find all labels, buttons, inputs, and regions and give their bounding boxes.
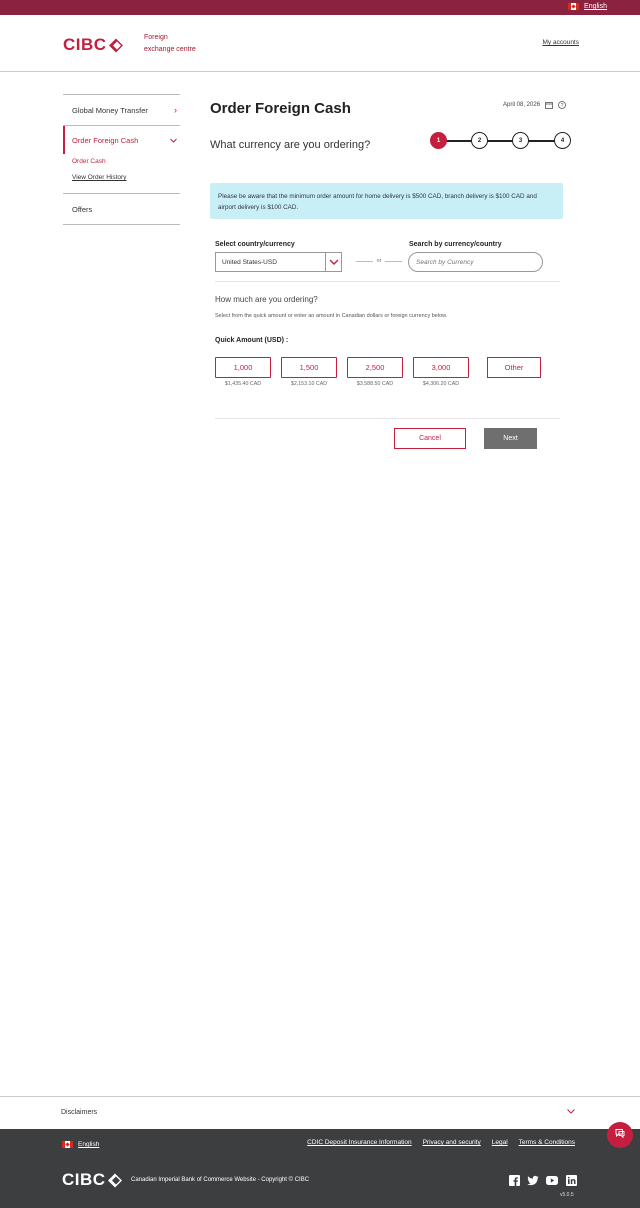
- chat-button[interactable]: [607, 1122, 633, 1148]
- quick-amount-button[interactable]: 1,000: [215, 357, 271, 378]
- help-icon[interactable]: ?: [558, 101, 566, 109]
- next-button[interactable]: Next: [484, 428, 537, 449]
- step-2: 2: [471, 132, 488, 149]
- quick-amount-cad: $3,588.50 CAD: [356, 381, 394, 387]
- quick-amount-option: 2,500 $3,588.50 CAD: [347, 357, 403, 387]
- version-text: v5.0.5: [560, 1192, 574, 1198]
- sidebar-item-label: Offers: [72, 204, 93, 214]
- minimum-order-notice: Please be aware that the minimum order a…: [210, 183, 563, 219]
- sidebar-divider: [63, 224, 180, 225]
- select-value: United States-USD: [222, 258, 277, 266]
- progress-stepper: 1 2 3 4: [430, 132, 571, 149]
- youtube-icon[interactable]: [546, 1174, 558, 1186]
- linkedin-icon[interactable]: [565, 1174, 577, 1186]
- amount-question: How much are you ordering?: [215, 295, 318, 304]
- quick-amount-option: 1,000 $1,435.40 CAD: [215, 357, 271, 387]
- top-bar: English: [0, 0, 640, 15]
- quick-amount-label: Quick Amount (USD) :: [215, 337, 289, 344]
- quick-amount-button[interactable]: 1,500: [281, 357, 337, 378]
- search-currency-label: Search by currency/country: [409, 241, 502, 248]
- canada-flag-icon: [62, 1141, 73, 1148]
- calendar-icon[interactable]: [545, 101, 553, 109]
- footer-link-cdic[interactable]: CDIC Deposit Insurance Information: [307, 1139, 411, 1146]
- step-1: 1: [430, 132, 447, 149]
- country-currency-select[interactable]: United States-USD: [215, 252, 342, 272]
- search-currency-input[interactable]: [408, 252, 543, 272]
- cibc-logo-mark-icon: [107, 1173, 124, 1188]
- quick-amount-button[interactable]: 3,000: [413, 357, 469, 378]
- footer-link-legal[interactable]: Legal: [492, 1139, 508, 1146]
- sidebar-item-label: Order Foreign Cash: [72, 135, 139, 145]
- site-header: CIBC Foreign exchange centre My accounts: [0, 15, 640, 72]
- svg-text:?: ?: [561, 103, 564, 109]
- chevron-right-icon: ›: [174, 105, 177, 115]
- cibc-logo[interactable]: CIBC: [63, 35, 125, 55]
- disclaimers-accordion[interactable]: Disclaimers: [0, 1096, 640, 1129]
- sidebar-sub-links: Order Cash View Order History: [63, 154, 180, 193]
- language-switcher[interactable]: English: [568, 3, 607, 10]
- sidebar-item-offers[interactable]: Offers: [63, 193, 180, 224]
- site-footer: English CDIC Deposit Insurance Informati…: [0, 1129, 640, 1208]
- copyright-text: Canadian Imperial Bank of Commerce Websi…: [131, 1177, 310, 1183]
- sidebar-subitem-view-order-history[interactable]: View Order History: [72, 170, 180, 186]
- page-title: Order Foreign Cash: [210, 100, 351, 117]
- or-text: or: [376, 258, 382, 264]
- quick-amount-option: 3,000 $4,306.20 CAD: [413, 357, 469, 387]
- sidebar-item-global-money-transfer[interactable]: Global Money Transfer ›: [63, 94, 180, 125]
- disclaimers-label: Disclaimers: [61, 1109, 98, 1116]
- footer-language-link[interactable]: English: [78, 1141, 99, 1148]
- footer-language-switcher[interactable]: English: [62, 1141, 99, 1148]
- step-3: 3: [512, 132, 529, 149]
- separator-line: [385, 260, 403, 262]
- chevron-down-icon[interactable]: [325, 253, 341, 271]
- quick-amount-button[interactable]: 2,500: [347, 357, 403, 378]
- app-title: Foreign exchange centre: [144, 32, 196, 56]
- section-divider: [215, 418, 560, 419]
- canada-flag-icon: [568, 3, 580, 10]
- footer-link-terms[interactable]: Terms & Conditions: [519, 1139, 575, 1146]
- footer-links: CDIC Deposit Insurance Information Priva…: [307, 1139, 575, 1146]
- chat-bubble-icon: [614, 1126, 626, 1144]
- facebook-icon[interactable]: [508, 1174, 520, 1186]
- quick-amount-cad: $1,435.40 CAD: [224, 381, 262, 387]
- chevron-down-icon: [170, 135, 177, 145]
- sidebar-subitem-order-cash[interactable]: Order Cash: [72, 154, 180, 170]
- stepper-line: [438, 140, 563, 142]
- sidebar-item-label: Global Money Transfer: [72, 105, 148, 115]
- chevron-down-icon: [567, 1106, 575, 1116]
- select-country-label: Select country/currency: [215, 241, 295, 248]
- cibc-logo-mark-icon: [108, 38, 125, 53]
- quick-amount-cad: $4,306.20 CAD: [422, 381, 460, 387]
- app-title-line1: Foreign: [144, 34, 168, 41]
- footer-cibc-logo: CIBC: [62, 1170, 124, 1190]
- social-links: [508, 1174, 577, 1186]
- my-accounts-link[interactable]: My accounts: [543, 39, 580, 46]
- app-title-line2: exchange centre: [144, 46, 196, 53]
- language-link[interactable]: English: [584, 3, 607, 10]
- footer-link-privacy[interactable]: Privacy and security: [423, 1139, 481, 1146]
- date-text: April 08, 2026: [503, 102, 541, 108]
- section-divider: [215, 281, 560, 282]
- date-display: April 08, 2026 ?: [503, 101, 566, 109]
- separator-line: [356, 260, 373, 262]
- sidebar-group-order-foreign-cash: Order Foreign Cash Order Cash View Order…: [63, 125, 180, 193]
- amount-help-text: Select from the quick amount or enter an…: [215, 313, 448, 319]
- quick-amount-cad: $2,153.10 CAD: [290, 381, 328, 387]
- step-4: 4: [554, 132, 571, 149]
- sidebar: Global Money Transfer › Order Foreign Ca…: [63, 94, 180, 225]
- currency-question: What currency are you ordering?: [210, 139, 371, 151]
- or-separator: or: [356, 258, 403, 264]
- twitter-icon[interactable]: [527, 1174, 539, 1186]
- footer-logo-text: CIBC: [62, 1170, 106, 1189]
- quick-amount-option: 1,500 $2,153.10 CAD: [281, 357, 337, 387]
- other-amount-button[interactable]: Other: [487, 357, 541, 378]
- logo-text: CIBC: [63, 35, 107, 54]
- sidebar-item-order-foreign-cash[interactable]: Order Foreign Cash: [63, 126, 180, 154]
- cancel-button[interactable]: Cancel: [394, 428, 466, 449]
